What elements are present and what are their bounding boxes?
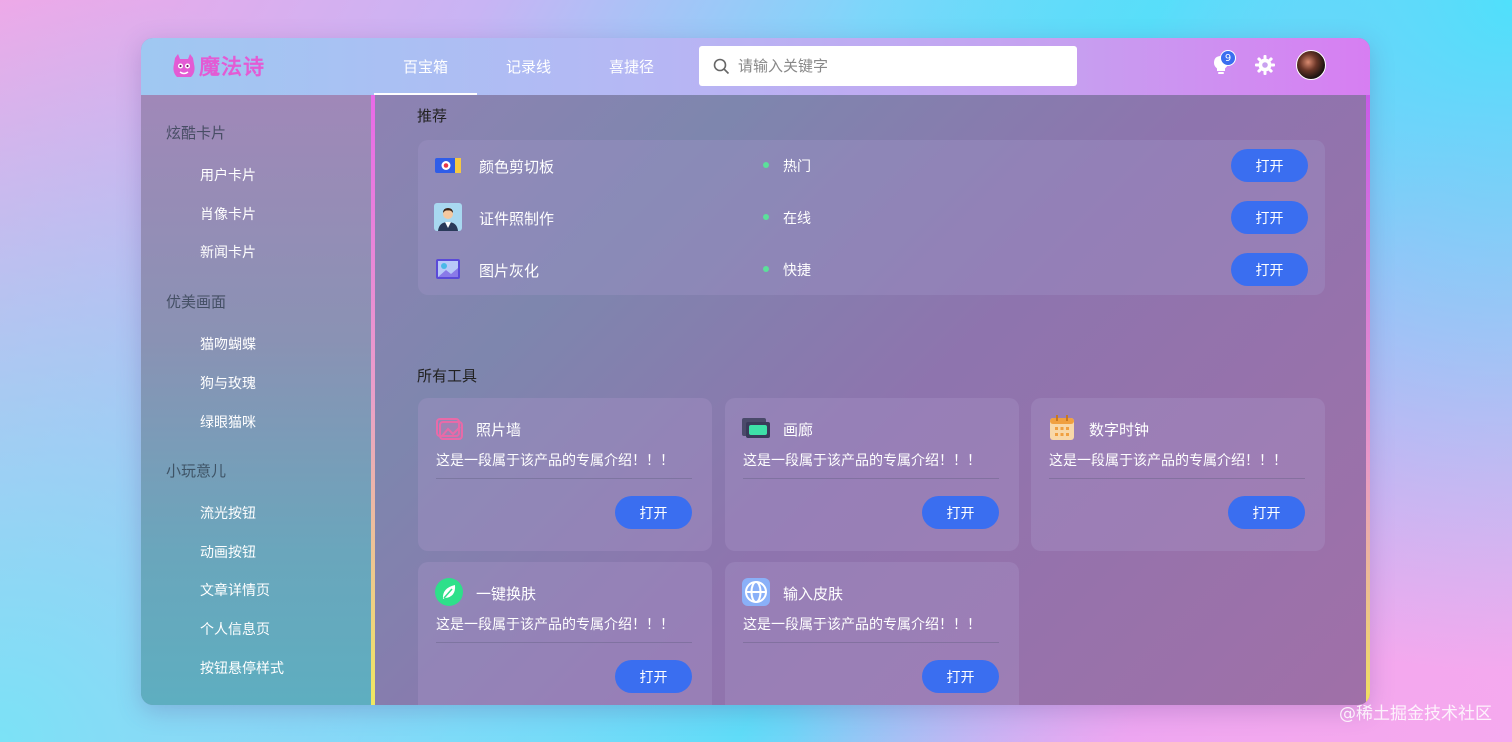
search-box xyxy=(699,46,1077,86)
main-nav: 百宝箱 记录线 喜捷径 xyxy=(374,38,683,95)
sidebar-item-animated-button[interactable]: 动画按钮 xyxy=(200,542,256,562)
list-item: 颜色剪切板 热门 打开 xyxy=(418,145,1325,185)
list-item: 证件照制作 在线 打开 xyxy=(418,197,1325,237)
gallery-icon xyxy=(742,418,770,438)
tool-name: 图片灰化 xyxy=(479,262,540,280)
tool-name: 证件照制作 xyxy=(479,210,555,228)
color-clipboard-icon xyxy=(435,158,461,173)
notification-badge: 9 xyxy=(1220,50,1236,66)
content-right-border xyxy=(1366,95,1370,705)
avatar[interactable] xyxy=(1296,50,1326,80)
section-title-recommend: 推荐 xyxy=(417,107,448,125)
sidebar-item-portrait-card[interactable]: 肖像卡片 xyxy=(200,204,256,224)
recommend-list: 颜色剪切板 热门 打开 证件照制作 在线 打开 图片灰化 快捷 打开 xyxy=(418,140,1325,295)
monster-logo-icon xyxy=(173,54,195,77)
status-badge: 快捷 xyxy=(783,263,811,279)
tool-name: 一键换肤 xyxy=(476,585,537,603)
sidebar-group-title: 炫酷卡片 xyxy=(166,124,227,142)
status-dot xyxy=(763,266,769,272)
image-gray-icon xyxy=(436,259,460,279)
id-photo-icon xyxy=(434,203,462,231)
tool-card: 画廊 这是一段属于该产品的专属介绍！！！ 打开 xyxy=(725,398,1019,551)
watermark: @稀土掘金技术社区 xyxy=(1339,704,1492,724)
calendar-clock-icon xyxy=(1050,415,1074,440)
status-dot xyxy=(763,214,769,220)
leaf-icon xyxy=(435,578,463,606)
tool-card: 数字时钟 这是一段属于该产品的专属介绍！！！ 打开 xyxy=(1031,398,1325,551)
photo-wall-icon xyxy=(436,418,463,440)
tool-name: 照片墙 xyxy=(476,421,522,439)
notification-button[interactable]: 9 xyxy=(1210,50,1236,76)
tool-card: 一键换肤 这是一段属于该产品的专属介绍！！！ 打开 xyxy=(418,562,712,705)
sidebar-item-article-detail[interactable]: 文章详情页 xyxy=(200,580,270,600)
status-dot xyxy=(763,162,769,168)
sidebar-item-user-card[interactable]: 用户卡片 xyxy=(200,165,256,185)
divider xyxy=(436,642,692,643)
open-button[interactable]: 打开 xyxy=(615,496,692,529)
open-button[interactable]: 打开 xyxy=(615,660,692,693)
open-button[interactable]: 打开 xyxy=(1228,496,1305,529)
open-button[interactable]: 打开 xyxy=(922,660,999,693)
logo-text: 魔法诗 xyxy=(199,55,265,79)
sidebar-group-title: 小玩意儿 xyxy=(166,462,227,480)
divider xyxy=(743,642,999,643)
sidebar-item-flow-button[interactable]: 流光按钮 xyxy=(200,503,256,523)
sidebar-group-title: 优美画面 xyxy=(166,293,227,311)
open-button[interactable]: 打开 xyxy=(1231,201,1308,234)
tool-card: 输入皮肤 这是一段属于该产品的专属介绍！！！ 打开 xyxy=(725,562,1019,705)
search-icon xyxy=(713,58,730,74)
list-item: 图片灰化 快捷 打开 xyxy=(418,249,1325,289)
status-badge: 热门 xyxy=(783,159,811,175)
section-title-all-tools: 所有工具 xyxy=(417,367,478,385)
tool-card: 照片墙 这是一段属于该产品的专属介绍！！！ 打开 xyxy=(418,398,712,551)
tool-description: 这是一段属于该产品的专属介绍！！！ xyxy=(743,617,981,633)
gear-icon[interactable] xyxy=(1254,54,1276,76)
tool-description: 这是一段属于该产品的专属介绍！！！ xyxy=(743,453,981,469)
tool-name: 画廊 xyxy=(783,421,814,439)
open-button[interactable]: 打开 xyxy=(1231,149,1308,182)
divider xyxy=(1049,478,1305,479)
app-window: 魔法诗 百宝箱 记录线 喜捷径 9 xyxy=(141,38,1370,705)
tool-name: 颜色剪切板 xyxy=(479,158,555,176)
top-header: 魔法诗 百宝箱 记录线 喜捷径 9 xyxy=(141,38,1370,95)
sidebar-item-news-card[interactable]: 新闻卡片 xyxy=(200,242,256,262)
open-button[interactable]: 打开 xyxy=(922,496,999,529)
tab-baibaoxiang[interactable]: 百宝箱 xyxy=(374,38,477,95)
sidebar-item-profile-page[interactable]: 个人信息页 xyxy=(200,619,270,639)
search-input[interactable] xyxy=(738,57,1058,75)
tool-description: 这是一段属于该产品的专属介绍！！！ xyxy=(1049,453,1287,469)
status-badge: 在线 xyxy=(783,211,811,227)
divider xyxy=(436,478,692,479)
tab-xijiejing[interactable]: 喜捷径 xyxy=(580,38,683,95)
sidebar-item-green-eye-cat[interactable]: 绿眼猫咪 xyxy=(200,412,256,432)
divider xyxy=(743,478,999,479)
header-actions: 9 xyxy=(1210,50,1326,80)
logo[interactable]: 魔法诗 xyxy=(171,51,265,81)
sidebar-item-dog-rose[interactable]: 狗与玫瑰 xyxy=(200,373,256,393)
tab-jiluxian[interactable]: 记录线 xyxy=(477,38,580,95)
tool-description: 这是一段属于该产品的专属介绍！！！ xyxy=(436,453,674,469)
sidebar-item-cat-butterfly[interactable]: 猫吻蝴蝶 xyxy=(200,334,256,354)
open-button[interactable]: 打开 xyxy=(1231,253,1308,286)
tool-name: 输入皮肤 xyxy=(783,585,844,603)
sidebar-item-button-hover[interactable]: 按钮悬停样式 xyxy=(200,658,284,678)
globe-icon xyxy=(742,578,770,606)
tool-description: 这是一段属于该产品的专属介绍！！！ xyxy=(436,617,674,633)
sidebar: 炫酷卡片 用户卡片 肖像卡片 新闻卡片 优美画面 猫吻蝴蝶 狗与玫瑰 绿眼猫咪 … xyxy=(141,95,371,705)
tool-name: 数字时钟 xyxy=(1089,421,1150,439)
main-content: 推荐 颜色剪切板 热门 打开 证件照制作 在线 打开 图片灰化 快捷 打开 所有… xyxy=(375,95,1366,705)
